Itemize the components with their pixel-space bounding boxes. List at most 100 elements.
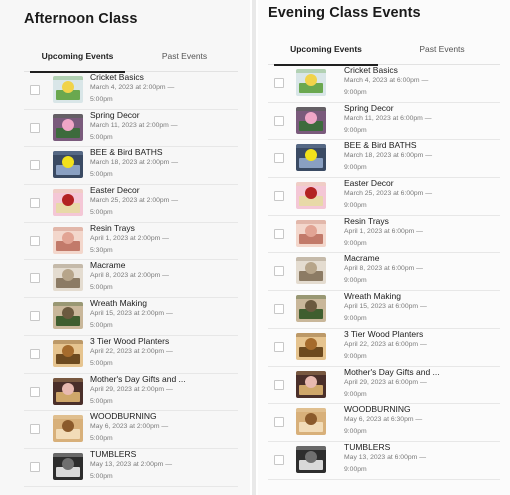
- event-title[interactable]: Easter Decor: [90, 185, 238, 195]
- event-end-time: 5:00pm: [90, 284, 113, 292]
- event-row[interactable]: BEE & Bird BATHS March 18, 2023 at 6:00pm…: [268, 140, 500, 179]
- event-row[interactable]: BEE & Bird BATHS March 18, 2023 at 2:00pm…: [24, 147, 238, 186]
- event-row[interactable]: Spring Decor March 11, 2023 at 2:00pm — 5:…: [24, 110, 238, 148]
- event-checkbox[interactable]: [274, 266, 284, 277]
- spring-decor-thumb[interactable]: [296, 106, 326, 134]
- cricket-thumb[interactable]: [53, 76, 83, 103]
- event-date-time: April 22, 2023 at 6:00pm —: [344, 340, 427, 348]
- wood-planters-thumb[interactable]: [53, 339, 83, 367]
- macrame-thumb[interactable]: [53, 264, 83, 292]
- event-checkbox[interactable]: [30, 235, 40, 246]
- event-row[interactable]: Mother's Day Gifts and ... April 29, 2023…: [24, 374, 238, 412]
- tab-past-events[interactable]: Past Events: [131, 45, 238, 71]
- event-text: 3 Tier Wood Planters April 22, 2023 at 2:…: [90, 336, 238, 370]
- tab-upcoming-events[interactable]: Upcoming Events: [24, 45, 131, 73]
- event-checkbox[interactable]: [30, 311, 40, 322]
- event-row[interactable]: 3 Tier Wood Planters April 22, 2023 at 2:…: [24, 336, 238, 374]
- event-title[interactable]: Wreath Making: [90, 298, 238, 308]
- event-title[interactable]: Mother's Day Gifts and ...: [344, 367, 500, 377]
- resin-trays-thumb[interactable]: [53, 226, 83, 254]
- event-row[interactable]: WOODBURNING May 6, 2023 at 6:30pm — 9:00pm: [268, 404, 500, 442]
- event-row[interactable]: Macrame April 8, 2023 at 2:00pm — 5:00pm: [24, 260, 238, 299]
- event-title[interactable]: BEE & Bird BATHS: [344, 140, 500, 150]
- event-end-time: 5:00pm: [90, 359, 113, 367]
- bird-bath-thumb[interactable]: [53, 151, 83, 179]
- easter-decor-thumb[interactable]: [296, 182, 326, 210]
- event-row[interactable]: Resin Trays April 1, 2023 at 2:00pm — 5:30…: [24, 223, 238, 261]
- tab-upcoming-events[interactable]: Upcoming Events: [268, 38, 384, 66]
- event-title[interactable]: Cricket Basics: [90, 72, 238, 82]
- event-row[interactable]: Cricket Basics March 4, 2023 at 6:00pm — 9…: [268, 65, 500, 103]
- event-row[interactable]: Mother's Day Gifts and ... April 29, 2023…: [268, 367, 500, 405]
- wreath-thumb[interactable]: [296, 295, 326, 323]
- event-checkbox[interactable]: [30, 122, 40, 133]
- event-row[interactable]: WOODBURNING May 6, 2023 at 2:00pm — 5:00pm: [24, 411, 238, 449]
- event-checkbox[interactable]: [274, 341, 284, 352]
- event-checkbox[interactable]: [274, 78, 284, 88]
- woodburning-thumb[interactable]: [296, 408, 326, 436]
- event-title[interactable]: Macrame: [344, 253, 500, 263]
- mothers-day-thumb[interactable]: [53, 377, 83, 405]
- event-checkbox[interactable]: [30, 424, 40, 435]
- event-checkbox[interactable]: [30, 198, 40, 209]
- event-row[interactable]: TUMBLERS May 13, 2023 at 6:00pm — 9:00pm: [268, 442, 500, 480]
- event-checkbox[interactable]: [274, 304, 284, 315]
- tumblers-thumb[interactable]: [296, 445, 326, 473]
- event-title[interactable]: Spring Decor: [344, 103, 500, 113]
- event-row[interactable]: Wreath Making April 15, 2023 at 2:00pm — 5…: [24, 298, 238, 336]
- event-row[interactable]: TUMBLERS May 13, 2023 at 2:00pm — 5:00pm: [24, 449, 238, 487]
- event-title[interactable]: Wreath Making: [344, 291, 500, 301]
- event-title[interactable]: BEE & Bird BATHS: [90, 147, 238, 157]
- woodburning-thumb[interactable]: [53, 415, 83, 443]
- event-title[interactable]: TUMBLERS: [90, 449, 238, 459]
- event-row[interactable]: Cricket Basics March 4, 2023 at 2:00pm — 5…: [24, 72, 238, 110]
- event-row[interactable]: Resin Trays April 1, 2023 at 6:00pm — 9:00…: [268, 216, 500, 254]
- event-text: Mother's Day Gifts and ... April 29, 2023…: [90, 374, 238, 408]
- event-checkbox[interactable]: [274, 417, 284, 428]
- event-checkbox[interactable]: [30, 386, 40, 397]
- event-checkbox[interactable]: [30, 85, 40, 95]
- event-checkbox[interactable]: [274, 228, 284, 239]
- event-checkbox[interactable]: [30, 348, 40, 359]
- wreath-thumb[interactable]: [53, 302, 83, 330]
- resin-trays-thumb[interactable]: [296, 219, 326, 247]
- event-title[interactable]: 3 Tier Wood Planters: [90, 336, 238, 346]
- event-checkbox[interactable]: [30, 273, 40, 284]
- tab-past-events[interactable]: Past Events: [384, 38, 500, 64]
- event-title[interactable]: TUMBLERS: [344, 442, 500, 452]
- tumblers-thumb[interactable]: [53, 452, 83, 480]
- event-text: Easter Decor March 25, 2023 at 6:00pm — 9:…: [344, 178, 500, 212]
- event-row[interactable]: Easter Decor March 25, 2023 at 2:00pm — 5:…: [24, 185, 238, 223]
- event-title[interactable]: 3 Tier Wood Planters: [344, 329, 500, 339]
- event-checkbox[interactable]: [30, 461, 40, 472]
- event-title[interactable]: Cricket Basics: [344, 65, 500, 75]
- event-checkbox[interactable]: [30, 160, 40, 171]
- event-text: Spring Decor March 11, 2023 at 6:00pm — 9:…: [344, 103, 500, 137]
- event-row[interactable]: Macrame April 8, 2023 at 6:00pm — 9:00pm: [268, 253, 500, 292]
- spring-decor-thumb[interactable]: [53, 113, 83, 141]
- event-checkbox[interactable]: [274, 115, 284, 126]
- event-checkbox[interactable]: [274, 454, 284, 465]
- event-row[interactable]: Easter Decor March 25, 2023 at 6:00pm — 9:…: [268, 178, 500, 216]
- cricket-thumb[interactable]: [296, 69, 326, 96]
- event-title[interactable]: Resin Trays: [90, 223, 238, 233]
- event-title[interactable]: WOODBURNING: [90, 411, 238, 421]
- event-title[interactable]: Easter Decor: [344, 178, 500, 188]
- event-title[interactable]: Spring Decor: [90, 110, 238, 120]
- event-date-time: April 15, 2023 at 6:00pm —: [344, 303, 427, 311]
- event-row[interactable]: Spring Decor March 11, 2023 at 6:00pm — 9:…: [268, 103, 500, 141]
- bird-bath-thumb[interactable]: [296, 144, 326, 172]
- event-title[interactable]: Resin Trays: [344, 216, 500, 226]
- event-checkbox[interactable]: [274, 379, 284, 390]
- event-title[interactable]: Mother's Day Gifts and ...: [90, 374, 238, 384]
- macrame-thumb[interactable]: [296, 257, 326, 285]
- mothers-day-thumb[interactable]: [296, 370, 326, 398]
- easter-decor-thumb[interactable]: [53, 189, 83, 217]
- wood-planters-thumb[interactable]: [296, 332, 326, 360]
- event-title[interactable]: Macrame: [90, 260, 238, 270]
- event-checkbox[interactable]: [274, 191, 284, 202]
- event-title[interactable]: WOODBURNING: [344, 404, 500, 414]
- event-row[interactable]: 3 Tier Wood Planters April 22, 2023 at 6:…: [268, 329, 500, 367]
- event-checkbox[interactable]: [274, 153, 284, 164]
- event-row[interactable]: Wreath Making April 15, 2023 at 6:00pm — 9…: [268, 291, 500, 329]
